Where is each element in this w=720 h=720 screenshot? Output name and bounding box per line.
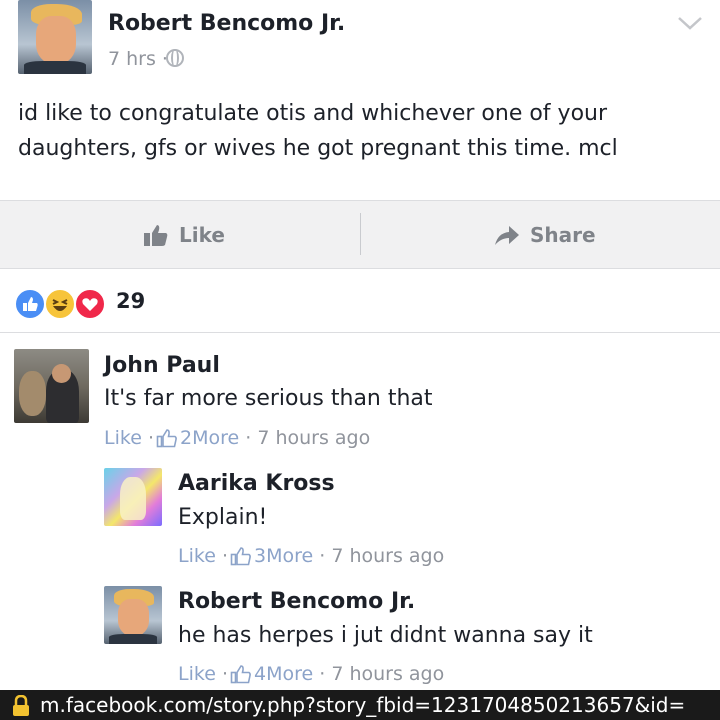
- url-fade: [680, 690, 720, 720]
- meta-separator: ·: [319, 545, 326, 567]
- meta-separator: ·: [147, 427, 154, 449]
- comment-avatar[interactable]: [14, 349, 89, 423]
- haha-reaction-icon: [44, 288, 76, 320]
- chevron-down-icon[interactable]: [676, 12, 704, 34]
- post-header: Robert Bencomo Jr. 7 hrs · id like to co…: [0, 0, 720, 200]
- comment-time: 7 hours ago: [331, 545, 445, 567]
- reply-avatar[interactable]: [104, 586, 162, 644]
- thumbs-up-outline-icon: [230, 665, 251, 684]
- comment-time: 7 hours ago: [257, 427, 371, 449]
- action-divider: [360, 213, 361, 255]
- share-button[interactable]: Share: [494, 201, 596, 268]
- thumbs-up-outline-icon: [230, 547, 251, 566]
- comment-author-name[interactable]: Robert Bencomo Jr.: [178, 589, 415, 614]
- comment-author-name[interactable]: Aarika Kross: [178, 471, 335, 496]
- love-reaction-icon: [74, 288, 106, 320]
- url-text[interactable]: m.facebook.com/story.php?story_fbid=1231…: [40, 693, 685, 717]
- comment-like-link[interactable]: Like: [178, 663, 216, 685]
- thumbs-up-outline-icon: [156, 429, 177, 448]
- post-author-name[interactable]: Robert Bencomo Jr.: [108, 11, 345, 36]
- post-action-bar: Like Share: [0, 200, 720, 269]
- reaction-more-link[interactable]: 4More: [254, 663, 313, 685]
- thumbs-up-icon: [144, 224, 168, 246]
- comment-text: he has herpes i jut didnt wanna say it: [178, 623, 593, 648]
- globe-icon: [166, 49, 184, 67]
- meta-separator: ·: [221, 663, 228, 685]
- post-body-text: id like to congratulate otis and whichev…: [18, 101, 618, 161]
- comment-text: It's far more serious than that: [104, 386, 433, 411]
- post-timestamp[interactable]: 7 hrs ·: [108, 48, 168, 70]
- share-button-label: Share: [530, 222, 596, 247]
- reaction-more-link[interactable]: 3More: [254, 545, 313, 567]
- author-avatar[interactable]: [18, 0, 92, 74]
- comment-like-link[interactable]: Like: [178, 545, 216, 567]
- reply-avatar[interactable]: [104, 468, 162, 526]
- reaction-count: 29: [116, 289, 146, 313]
- comment-author-name[interactable]: John Paul: [104, 353, 220, 378]
- meta-separator: ·: [221, 545, 228, 567]
- meta-separator: ·: [245, 427, 252, 449]
- like-button[interactable]: Like: [143, 201, 225, 268]
- comment-meta: Like · 3More · 7 hours ago: [178, 545, 444, 567]
- comment-like-link[interactable]: Like: [104, 427, 142, 449]
- like-button-label: Like: [179, 222, 225, 247]
- browser-url-bar[interactable]: m.facebook.com/story.php?story_fbid=1231…: [0, 690, 720, 720]
- lock-icon: [13, 695, 29, 716]
- comment-time: 7 hours ago: [331, 663, 445, 685]
- share-arrow-icon: [495, 225, 519, 245]
- comment-text: Explain!: [178, 505, 268, 530]
- reaction-more-link[interactable]: 2More: [180, 427, 239, 449]
- comments-section: John Paul It's far more serious than tha…: [0, 333, 720, 690]
- comment-meta: Like · 2More · 7 hours ago: [104, 427, 370, 449]
- comment-meta: Like · 4More · 7 hours ago: [178, 663, 444, 685]
- meta-separator: ·: [319, 663, 326, 685]
- like-reaction-icon: [14, 288, 46, 320]
- reactions-summary[interactable]: 29: [0, 269, 720, 333]
